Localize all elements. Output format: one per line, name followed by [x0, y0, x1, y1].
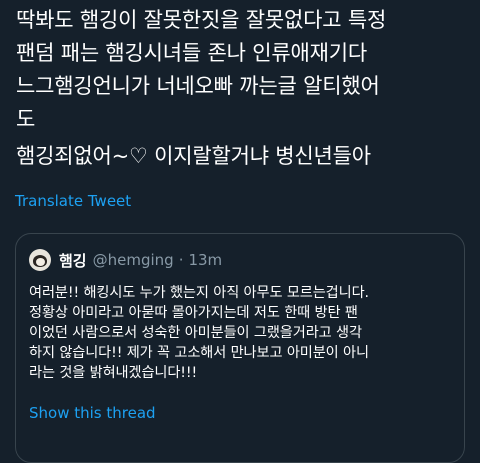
quoted-display-name[interactable]: 햄깅: [59, 250, 87, 271]
avatar[interactable]: [29, 249, 51, 271]
quoted-timestamp[interactable]: 13m: [188, 251, 222, 269]
quoted-tweet-text: 여러분!! 해킹시도 누가 했는지 아직 아무도 모르는겁니다. 정황상 아미라…: [29, 285, 369, 381]
show-thread-link[interactable]: Show this thread: [29, 404, 156, 422]
translate-tweet-link[interactable]: Translate Tweet: [15, 192, 131, 210]
tweet-body: 딱봐도 햄깅이 잘못한짓을 잘못없다고 특정 팬덤 패는 햄깅시녀들 존나 인류…: [16, 4, 468, 173]
avatar-face-shape: [36, 258, 45, 266]
tweet-text-second-paragraph: 햄깅죄없어~♡ 이지랄할거냐 병신년들아: [16, 144, 371, 168]
quoted-tweet-header: 햄깅 @hemging · 13m: [29, 247, 222, 273]
quoted-tweet-card[interactable]: 햄깅 @hemging · 13m 여러분!! 해킹시도 누가 했는지 아직 아…: [15, 233, 465, 463]
separator-dot: ·: [178, 251, 184, 269]
quoted-handle[interactable]: @hemging: [93, 251, 174, 269]
tweet-text: 딱봐도 햄깅이 잘못한짓을 잘못없다고 특정 팬덤 패는 햄깅시녀들 존나 인류…: [16, 8, 387, 131]
